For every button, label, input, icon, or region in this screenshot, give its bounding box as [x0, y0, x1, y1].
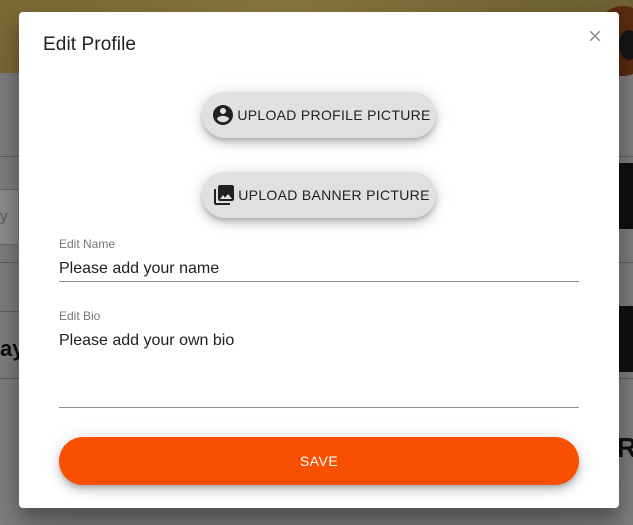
background-dark-block [619, 306, 633, 372]
dialog-title: Edit Profile [43, 34, 137, 55]
banner-decoration-dark [619, 30, 633, 60]
background-partial-text: y [0, 208, 8, 225]
upload-profile-picture-label: UPLOAD PROFILE PICTURE [237, 107, 431, 123]
background-dark-block [619, 163, 633, 229]
name-field-underline [59, 281, 579, 282]
bio-field-underline [59, 407, 579, 408]
name-field-label: Edit Name [59, 237, 116, 251]
background-partial-heading-right: R [616, 432, 633, 463]
upload-banner-picture-label: UPLOAD BANNER PICTURE [238, 187, 430, 203]
photo-library-icon [212, 183, 236, 207]
bio-field: Edit Bio [59, 309, 579, 408]
account-circle-icon [211, 103, 235, 127]
save-button[interactable]: SAVE [59, 437, 579, 485]
name-field: Edit Name [59, 237, 579, 282]
name-input[interactable] [59, 257, 579, 281]
close-button[interactable] [582, 23, 608, 49]
upload-banner-picture-button[interactable]: UPLOAD BANNER PICTURE [202, 172, 436, 218]
bio-input[interactable] [59, 329, 579, 407]
close-icon [586, 27, 604, 45]
bio-field-label: Edit Bio [59, 309, 101, 323]
upload-profile-picture-button[interactable]: UPLOAD PROFILE PICTURE [202, 92, 436, 138]
edit-profile-dialog: Edit Profile UPLOAD PROFILE PICTURE UPLO… [19, 12, 619, 508]
